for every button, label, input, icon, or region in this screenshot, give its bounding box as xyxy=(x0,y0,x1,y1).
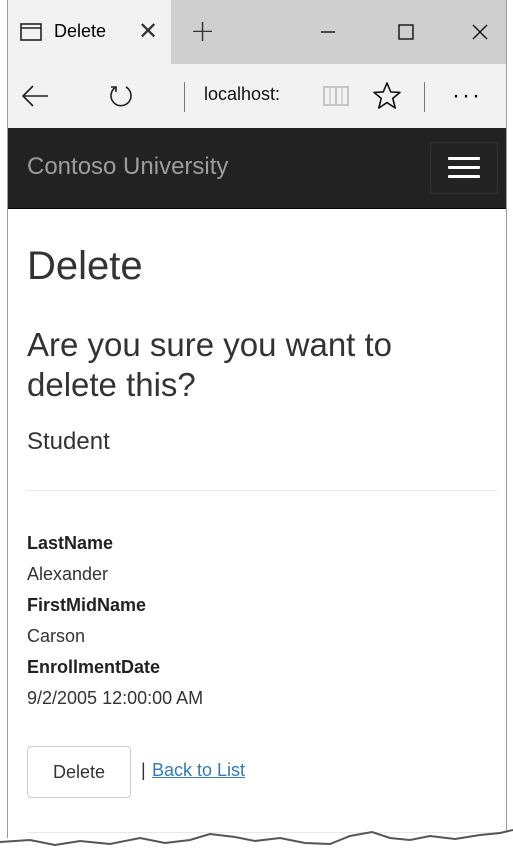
confirm-question: Are you sure you want to delete this? xyxy=(27,326,393,403)
reading-view-icon[interactable] xyxy=(320,78,352,114)
field-value: Alexander xyxy=(27,564,109,584)
minimize-icon[interactable] xyxy=(308,14,348,50)
site-navbar: Contoso University xyxy=(8,128,506,209)
page-title: Delete xyxy=(27,244,143,288)
refresh-icon[interactable] xyxy=(106,78,136,114)
field-label: EnrollmentDate xyxy=(27,657,161,677)
toolbar-separator xyxy=(184,82,185,112)
toolbar-separator xyxy=(424,82,425,112)
entity-heading: Student xyxy=(27,428,110,455)
browser-tab[interactable]: Delete ✕ xyxy=(8,0,171,64)
back-arrow-icon[interactable] xyxy=(18,78,52,114)
back-to-list-link[interactable]: Back to List xyxy=(152,760,245,781)
favorite-star-icon[interactable] xyxy=(370,78,404,114)
site-brand-link[interactable]: Contoso University xyxy=(27,153,228,181)
new-tab-button[interactable]: + xyxy=(190,14,215,49)
browser-toolbar: localhost: ··· xyxy=(8,64,506,128)
tab-close-icon[interactable]: ✕ xyxy=(138,17,158,45)
browser-window: Delete ✕ + localhost: ··· Contoso Univer… xyxy=(7,0,507,838)
divider xyxy=(27,490,497,491)
menu-toggle-button[interactable] xyxy=(430,142,498,194)
tab-strip: Delete ✕ + xyxy=(8,0,506,64)
field-value: 9/2/2005 12:00:00 AM xyxy=(27,688,204,708)
maximize-icon[interactable] xyxy=(386,14,426,50)
field-value: Carson xyxy=(27,626,86,646)
student-details: LastName Alexander FirstMidName Carson E… xyxy=(27,528,203,714)
hamburger-bar xyxy=(448,175,480,178)
tab-title: Delete xyxy=(54,21,107,41)
torn-edge xyxy=(0,829,513,861)
address-input[interactable]: localhost: xyxy=(204,84,280,105)
hamburger-bar xyxy=(448,166,480,169)
field-label: LastName xyxy=(27,533,114,553)
hamburger-bar xyxy=(448,157,480,160)
tab-page-icon xyxy=(20,23,42,41)
field-label: FirstMidName xyxy=(27,595,147,615)
more-options-icon[interactable]: ··· xyxy=(452,82,482,110)
action-separator: | xyxy=(141,760,146,780)
close-icon[interactable] xyxy=(460,14,500,50)
delete-button[interactable]: Delete xyxy=(27,746,131,798)
